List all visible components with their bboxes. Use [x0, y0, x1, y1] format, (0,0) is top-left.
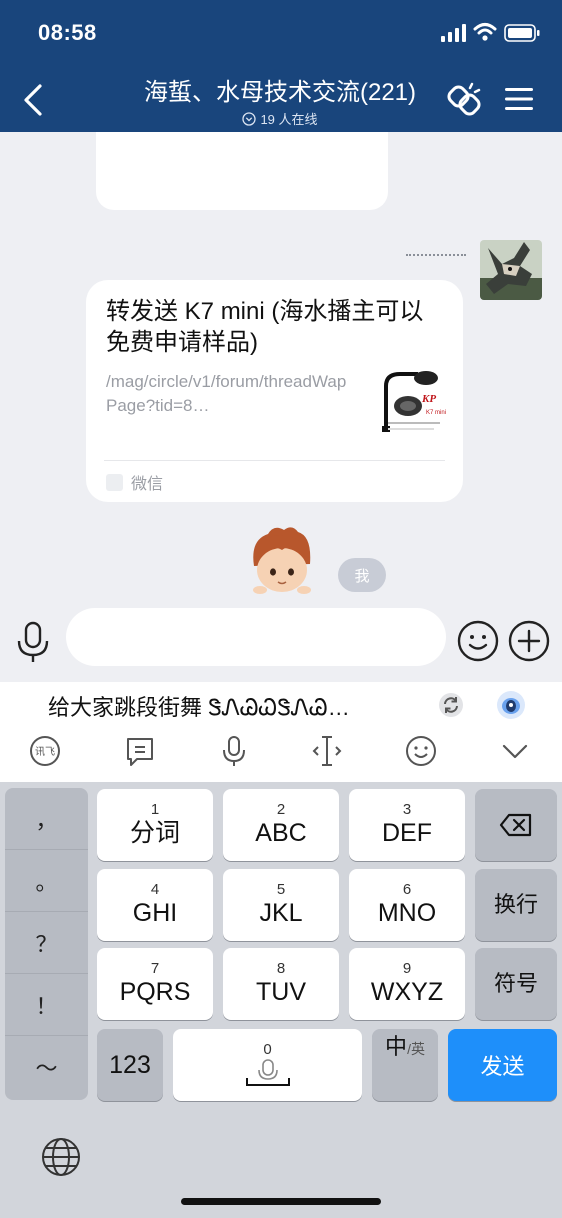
- key-number: 8: [276, 960, 286, 977]
- top-header: 08:58 海蜇、水母技术交流(221) 19 人在线: [0, 0, 562, 132]
- shared-link-card[interactable]: 转发送 K7 mini (海水播主可以免费申请样品) /mag/circle/v…: [86, 280, 463, 502]
- punct-key[interactable]: ！: [5, 974, 88, 1036]
- backspace-icon: [499, 813, 532, 837]
- quick-phrase-icon[interactable]: [123, 734, 157, 768]
- key-4[interactable]: 4 GHI: [97, 869, 213, 941]
- wifi-icon: [473, 23, 497, 41]
- voice-icon[interactable]: [14, 620, 52, 664]
- punct-key[interactable]: ，: [5, 788, 88, 850]
- globe-icon[interactable]: [40, 1136, 82, 1178]
- key-label: 123: [109, 1051, 151, 1079]
- ime-candidate-bar: 给大家跳段街舞 ᏕᏁᏊᏇᏕᏁᏊ… 讯飞: [0, 682, 562, 782]
- punctuation-column[interactable]: ， 。 ？ ！ ～: [5, 788, 88, 1100]
- key-label: MNO: [377, 899, 437, 927]
- symbols-key[interactable]: 符号: [475, 948, 557, 1020]
- emoji-icon[interactable]: [457, 620, 499, 662]
- lang-main-label: 中: [385, 1034, 408, 1059]
- chat-messages[interactable]: 转发送 K7 mini (海水播主可以免费申请样品) /mag/circle/v…: [0, 132, 562, 608]
- key-8[interactable]: 8 TUV: [223, 948, 339, 1020]
- sender-avatar[interactable]: [480, 240, 542, 300]
- space-key[interactable]: 0: [173, 1029, 362, 1101]
- message-input-bar: [0, 608, 562, 682]
- key-label: ABC: [255, 819, 307, 847]
- svg-text:K7 mini: K7 mini: [426, 410, 446, 416]
- key-2[interactable]: 2 ABC: [223, 789, 339, 861]
- cartoon-avatar-sticker[interactable]: [246, 524, 318, 594]
- key-number: 6: [402, 881, 412, 898]
- unlink-icon[interactable]: [444, 80, 484, 120]
- sender-name-placeholder: [406, 254, 466, 256]
- ime-suggestion[interactable]: 给大家跳段街舞 ᏕᏁᏊᏇᏕᏁᏊ…: [48, 690, 350, 722]
- message-input[interactable]: [66, 608, 446, 666]
- key-label: WXYZ: [370, 978, 444, 1006]
- key-label: PQRS: [119, 978, 191, 1006]
- status-bar: 08:58: [0, 0, 562, 66]
- source-app-icon: [106, 473, 123, 491]
- emoji-panel-icon[interactable]: [404, 734, 438, 768]
- numbers-key[interactable]: 123: [97, 1029, 163, 1101]
- language-switch-key[interactable]: 中 /英: [372, 1029, 438, 1101]
- battery-icon: [504, 24, 540, 42]
- punct-key[interactable]: ～: [5, 1036, 88, 1098]
- chat-title: 海蜇、水母技术交流(221): [143, 79, 417, 106]
- handwrite-icon[interactable]: 讯飞: [28, 734, 62, 768]
- key-label: JKL: [259, 899, 303, 927]
- card-divider: [104, 460, 445, 461]
- shared-link-title: 转发送 K7 mini (海水播主可以免费申请样品): [106, 298, 424, 356]
- key-number: 9: [402, 960, 412, 977]
- key-label: 分词: [129, 819, 180, 847]
- link-source: 微信: [106, 470, 163, 494]
- plus-icon[interactable]: [508, 620, 550, 662]
- newline-key[interactable]: 换行: [475, 869, 557, 941]
- key-9[interactable]: 9 WXYZ: [349, 948, 465, 1020]
- shared-link-url: /mag/circle/v1/forum/threadWapPage?tid=8…: [106, 372, 347, 415]
- key-number: 3: [402, 801, 412, 818]
- key-label: 换行: [493, 892, 538, 917]
- svg-text:KP: KP: [421, 393, 436, 405]
- cursor-icon[interactable]: [310, 734, 344, 768]
- menu-icon[interactable]: [504, 86, 534, 112]
- lang-alt-label: /英: [407, 1041, 425, 1057]
- key-number: 0: [263, 1041, 272, 1058]
- cellular-signal-icon: [441, 24, 466, 42]
- svg-text:讯飞: 讯飞: [35, 746, 55, 758]
- product-thumbnail: KP K7 mini: [378, 366, 446, 438]
- send-button[interactable]: 发送: [448, 1029, 557, 1101]
- space-mic-icon: [245, 1059, 290, 1086]
- status-time: 08:58: [38, 20, 97, 45]
- key-label: DEF: [382, 819, 432, 847]
- key-number: 2: [276, 801, 286, 818]
- t9-keyboard: ， 。 ？ ！ ～ 1 分词 2 ABC 3 DEF 4 GHI 5 JKL 6…: [0, 782, 562, 1218]
- collapse-icon[interactable]: [498, 734, 532, 768]
- ai-assistant-icon[interactable]: [496, 690, 526, 720]
- home-indicator[interactable]: [181, 1198, 381, 1205]
- key-number: 7: [150, 960, 160, 977]
- key-1[interactable]: 1 分词: [97, 789, 213, 861]
- back-icon[interactable]: [16, 80, 50, 120]
- punct-key[interactable]: ？: [5, 912, 88, 974]
- online-count: 19 人在线: [110, 109, 450, 128]
- previous-message-bubble[interactable]: [96, 132, 388, 210]
- key-3[interactable]: 3 DEF: [349, 789, 465, 861]
- key-label: 符号: [493, 971, 538, 996]
- online-count-text: 19 人在线: [260, 112, 318, 127]
- refresh-icon[interactable]: [438, 692, 464, 718]
- key-number: 4: [150, 881, 160, 898]
- chevron-down-circle-icon: [242, 111, 257, 126]
- punct-key[interactable]: 。: [5, 850, 88, 912]
- key-number: 1: [150, 801, 160, 818]
- key-label: TUV: [256, 978, 306, 1006]
- key-number: 5: [276, 881, 286, 898]
- chat-title-block[interactable]: 海蜇、水母技术交流(221) 19 人在线: [110, 72, 450, 128]
- key-label: GHI: [132, 899, 178, 927]
- link-source-name: 微信: [131, 476, 164, 493]
- microphone-icon[interactable]: [217, 734, 251, 768]
- key-5[interactable]: 5 JKL: [223, 869, 339, 941]
- key-7[interactable]: 7 PQRS: [97, 948, 213, 1020]
- backspace-key[interactable]: [475, 789, 557, 861]
- key-6[interactable]: 6 MNO: [349, 869, 465, 941]
- me-label: 我: [338, 558, 386, 592]
